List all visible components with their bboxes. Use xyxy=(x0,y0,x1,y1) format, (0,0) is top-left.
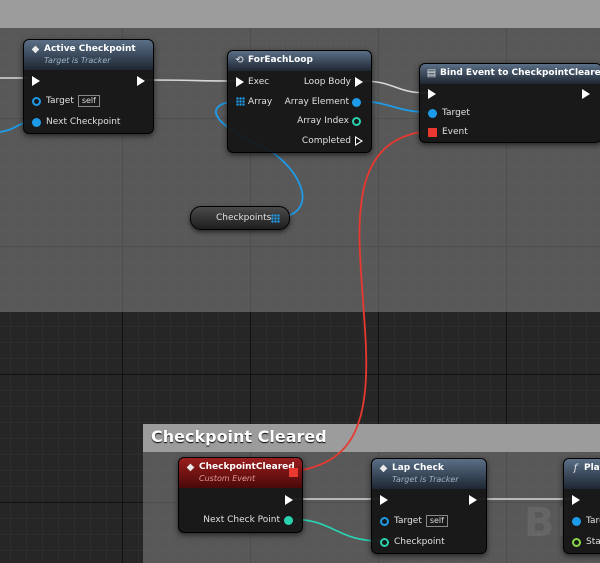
checkpoint-pin[interactable] xyxy=(380,538,389,547)
exec-out-pin[interactable] xyxy=(582,89,590,99)
pin-label-next-check-point: Next Check Point xyxy=(203,515,280,525)
pin-label-loop-body: Loop Body xyxy=(303,77,351,87)
pin-label-checkpoint: Checkpoint xyxy=(394,537,445,547)
event-delegate-output-pin[interactable] xyxy=(289,468,298,477)
exec-in-pin[interactable] xyxy=(380,495,388,505)
event-icon: ◆ xyxy=(186,462,195,473)
node-title: ForEachLoop xyxy=(248,55,313,65)
node-foreach-loop[interactable]: ⟲ ForEachLoop Exec Loop Body Array Array… xyxy=(227,50,372,153)
node-bind-event[interactable]: ▤ Bind Event to CheckpointCleared Target… xyxy=(419,63,600,143)
pin-label-start: Star xyxy=(586,537,600,547)
array-pin-icon[interactable] xyxy=(271,214,280,223)
exec-out-pin[interactable] xyxy=(469,495,477,505)
function-icon: ◆ xyxy=(31,44,40,55)
pin-label-completed: Completed xyxy=(301,136,351,146)
exec-in-pin[interactable] xyxy=(572,495,580,505)
exec-wire xyxy=(145,79,236,82)
pin-label-array-element: Array Element xyxy=(284,97,349,107)
pin-label-event: Event xyxy=(442,127,468,137)
node-subtitle: Target is Tracker xyxy=(44,56,111,65)
bind-event-icon: ▤ xyxy=(426,68,437,79)
node-header[interactable]: ◆ Lap Check Target is Tracker xyxy=(372,459,486,489)
start-pin[interactable] xyxy=(572,538,581,547)
node-title: Bind Event to CheckpointCleared xyxy=(440,68,600,78)
pin-label-target: Target self xyxy=(46,95,100,107)
exec-in-pin[interactable] xyxy=(236,77,244,87)
blueprint-graph-canvas[interactable]: Checkpoint Cleared BL ◆ Active Checkpoin… xyxy=(0,0,600,563)
target-pin[interactable] xyxy=(32,97,41,106)
node-lap-check[interactable]: ◆ Lap Check Target is Tracker Target self… xyxy=(371,458,487,554)
node-header[interactable]: ⟲ ForEachLoop xyxy=(228,51,371,71)
pin-label-next-checkpoint: Next Checkpoint xyxy=(46,117,121,127)
node-title: Active Checkpoint xyxy=(44,44,136,54)
exec-in-pin[interactable] xyxy=(428,89,436,99)
completed-out-pin[interactable] xyxy=(355,136,363,146)
node-subtitle: Target is Tracker xyxy=(392,475,459,484)
pin-label-target: Target self xyxy=(394,515,448,527)
node-active-checkpoint[interactable]: ◆ Active Checkpoint Target is Tracker Ta… xyxy=(23,39,154,134)
exec-out-pin[interactable] xyxy=(285,495,293,505)
loop-body-out-pin[interactable] xyxy=(355,77,363,87)
pin-label-target: Target xyxy=(442,108,470,118)
self-box: self xyxy=(77,95,100,107)
node-title: Lap Check xyxy=(392,463,444,473)
node-header[interactable]: ◆ CheckpointCleared Custom Event xyxy=(179,458,302,488)
next-check-point-pin[interactable] xyxy=(284,516,293,525)
exec-out-pin[interactable] xyxy=(137,76,145,86)
node-header[interactable]: ▤ Bind Event to CheckpointCleared xyxy=(420,64,600,84)
variable-label: Checkpoints xyxy=(216,213,272,223)
pin-label-array: Array xyxy=(248,97,273,107)
node-checkpoint-cleared-event[interactable]: ◆ CheckpointCleared Custom Event Next Ch… xyxy=(178,457,303,533)
function-f-icon: f xyxy=(573,463,578,474)
node-play[interactable]: f Play Targ Star xyxy=(563,458,600,554)
node-subtitle: Custom Event xyxy=(199,474,256,483)
target-pin[interactable] xyxy=(428,109,437,118)
exec-in-pin[interactable] xyxy=(32,76,40,86)
node-title: Play xyxy=(584,463,600,473)
pin-label-exec: Exec xyxy=(248,77,270,87)
self-box: self xyxy=(425,515,448,527)
target-pin[interactable] xyxy=(380,517,389,526)
node-title: CheckpointCleared xyxy=(199,462,295,472)
array-element-pin[interactable] xyxy=(352,98,361,107)
target-pin[interactable] xyxy=(572,517,581,526)
event-delegate-pin[interactable] xyxy=(428,128,437,137)
pin-label-array-index: Array Index xyxy=(297,116,349,126)
delegate-wire xyxy=(296,130,429,472)
next-checkpoint-pin[interactable] xyxy=(32,118,41,127)
node-header[interactable]: f Play xyxy=(564,459,600,489)
pin-label-target: Targ xyxy=(586,516,600,526)
node-checkpoints-variable[interactable]: Checkpoints xyxy=(190,206,290,230)
loop-icon: ⟲ xyxy=(235,55,244,66)
array-pin-icon[interactable] xyxy=(236,97,245,106)
function-icon: ◆ xyxy=(379,463,388,474)
node-header[interactable]: ◆ Active Checkpoint Target is Tracker xyxy=(24,40,153,70)
array-index-pin[interactable] xyxy=(352,117,361,126)
